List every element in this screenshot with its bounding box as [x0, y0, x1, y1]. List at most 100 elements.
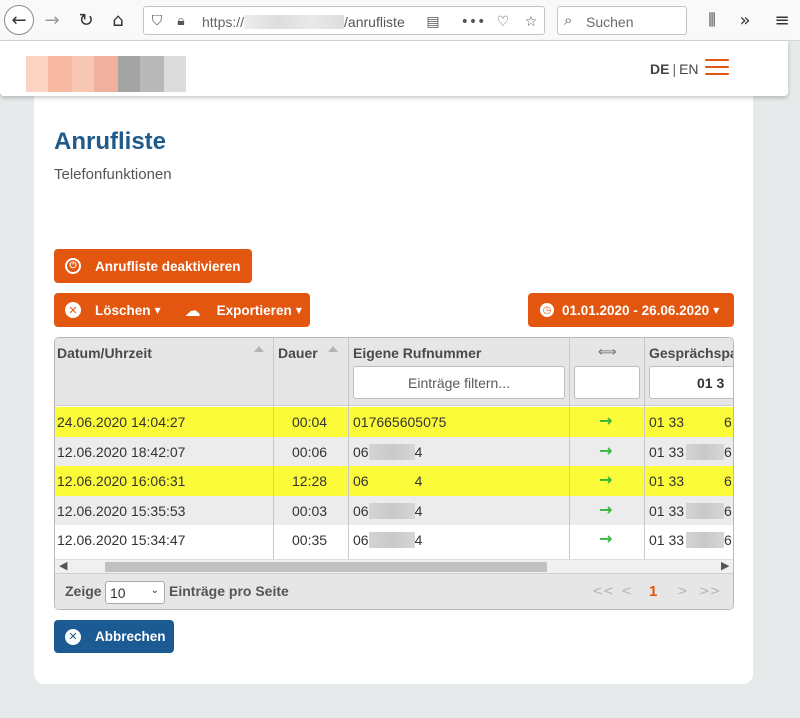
outgoing-call-arrow-icon: →	[599, 470, 613, 489]
forward-icon[interactable]: →	[38, 6, 66, 34]
scroll-right-icon[interactable]: ▶	[721, 559, 729, 572]
filter-placeholder: Einträge filtern...	[408, 374, 510, 391]
table-row[interactable]: 12.06.2020 15:35:53 00:03 06 4 → 01 33 6	[55, 495, 733, 525]
own-number-filter-input[interactable]: Einträge filtern...	[353, 366, 565, 399]
cell-own-number: 06 4	[353, 532, 422, 548]
cell-duration: 00:06	[292, 443, 328, 460]
chevron-down-icon: ▼	[295, 305, 302, 315]
export-label: Exportieren	[216, 302, 292, 318]
column-divider	[348, 338, 349, 559]
chevron-down-icon: ▼	[713, 305, 720, 315]
page-title: Anrufliste	[54, 128, 167, 155]
direction-filter-input[interactable]	[574, 366, 640, 399]
table-row[interactable]: 12.06.2020 18:42:07 00:06 06 4 → 01 33 6	[55, 436, 733, 466]
cell-datetime: 12.06.2020 16:06:31	[57, 473, 186, 489]
url-host-redacted	[244, 15, 345, 29]
power-icon: ⏻	[65, 258, 81, 274]
scrollbar-thumb[interactable]	[105, 562, 547, 572]
column-divider	[273, 338, 274, 559]
outgoing-call-arrow-icon: →	[599, 529, 613, 548]
export-dropdown-button[interactable]: ☁ Exportieren ▼	[183, 293, 302, 327]
own-number-prefix: 06	[353, 502, 369, 519]
back-icon[interactable]: ←	[4, 5, 34, 35]
home-icon[interactable]: ⌂	[104, 6, 132, 34]
own-number-prefix: 06	[353, 443, 369, 460]
column-header-duration[interactable]: Dauer	[278, 345, 318, 361]
cell-own-number: 017665605075	[353, 414, 446, 430]
redacted-digits	[369, 473, 415, 489]
sort-asc-icon[interactable]	[328, 346, 338, 352]
column-divider	[569, 338, 570, 559]
lock-icon[interactable]: 🔒︎	[172, 11, 190, 31]
page-size-select[interactable]: 10 ⌄	[105, 581, 165, 604]
partner-number-end: 6	[724, 532, 732, 548]
cell-partner: 01 33 6	[649, 532, 732, 548]
search-field[interactable]: ⌕ Suchen	[557, 6, 687, 35]
deactivate-call-list-button[interactable]: ⏻ Anrufliste deaktivieren	[54, 249, 252, 283]
library-icon[interactable]: ⫼	[698, 6, 726, 34]
cell-partner: 01 33 6	[649, 443, 732, 460]
search-icon: ⌕	[564, 11, 573, 29]
overflow-icon[interactable]: »	[731, 6, 759, 34]
lang-en[interactable]: EN	[679, 61, 698, 77]
last-page-button[interactable]: >>	[699, 584, 721, 599]
current-page[interactable]: 1	[649, 583, 657, 600]
redacted-digits	[686, 414, 724, 430]
column-header-own-number[interactable]: Eigene Rufnummer	[353, 345, 481, 361]
partner-number-end: 6	[724, 473, 732, 489]
delete-dropdown-button[interactable]: ✕ Löschen ▼	[54, 293, 161, 327]
table-header: Datum/Uhrzeit Dauer Eigene Rufnummer Ein…	[55, 338, 733, 406]
site-menu-icon[interactable]	[705, 59, 729, 77]
own-number-suffix: 4	[414, 473, 423, 489]
redacted-digits	[686, 443, 725, 460]
chevron-down-icon: ⌄	[150, 585, 159, 596]
next-page-button[interactable]: >	[677, 584, 688, 599]
sort-asc-icon[interactable]	[254, 346, 264, 352]
redacted-digits	[368, 532, 415, 548]
cell-partner: 01 33 6	[649, 414, 732, 430]
hamburger-menu-icon[interactable]: ≡	[768, 6, 796, 34]
prev-page-button[interactable]: <	[621, 584, 632, 599]
column-header-partner[interactable]: Gesprächspa	[649, 345, 733, 361]
table-row[interactable]: 12.06.2020 15:34:47 00:35 06 4 → 01 33 6	[55, 525, 733, 555]
url-bar[interactable]: ⛉ 🔒︎ https:// /anrufliste ▤ ••• ♡ ☆	[143, 6, 545, 35]
close-icon: ✕	[65, 628, 81, 645]
first-page-button[interactable]: <<	[592, 584, 614, 599]
clock-icon: ◷	[540, 303, 554, 317]
horizontal-scrollbar[interactable]: ◀ ▶	[55, 559, 733, 573]
cell-duration: 00:04	[292, 414, 328, 430]
content-card: Anrufliste Telefonfunktionen ⏻ Anruflist…	[34, 88, 753, 684]
cancel-button[interactable]: ✕ Abbrechen	[54, 620, 174, 653]
lang-de[interactable]: DE	[650, 61, 669, 77]
url-text[interactable]: https:// /anrufliste	[202, 14, 405, 30]
partner-number: 01 33	[649, 473, 685, 489]
own-number-suffix: 4	[414, 443, 423, 460]
logo[interactable]	[26, 56, 186, 92]
per-page-label: Einträge pro Seite	[169, 583, 289, 599]
bookmark-star-icon[interactable]: ☆	[522, 12, 540, 32]
table-row[interactable]: 12.06.2020 16:06:31 12:28 06 4 → 01 33 6	[55, 466, 733, 496]
table-footer: Zeige 10 ⌄ Einträge pro Seite << < 1 > >…	[55, 573, 733, 609]
column-header-datetime[interactable]: Datum/Uhrzeit	[57, 345, 152, 361]
delete-x-icon: ✕	[65, 302, 81, 318]
cell-duration: 00:03	[292, 502, 328, 519]
date-range-button[interactable]: ◷ 01.01.2020 - 26.06.2020 ▼	[528, 293, 734, 327]
partner-number-end: 6	[724, 414, 732, 430]
cell-datetime: 12.06.2020 18:42:07	[57, 443, 186, 460]
language-switcher: DE | EN	[650, 61, 699, 77]
date-range-label: 01.01.2020 - 26.06.2020	[562, 302, 710, 318]
reload-icon[interactable]: ↻	[72, 6, 100, 34]
redacted-digits	[368, 502, 415, 519]
shield-icon[interactable]: ⛉	[148, 11, 166, 31]
delete-label: Löschen	[95, 302, 151, 318]
partner-filter-input[interactable]: 01 3	[649, 366, 733, 399]
table-row[interactable]: 24.06.2020 14:04:27 00:04 017665605075 → 01 …	[55, 407, 733, 437]
search-placeholder: Suchen	[586, 14, 634, 30]
more-actions-icon[interactable]: •••	[461, 12, 486, 32]
pocket-icon[interactable]: ♡	[494, 12, 512, 32]
cell-duration: 12:28	[292, 473, 328, 489]
partner-number-end: 6	[724, 502, 732, 519]
cell-duration: 00:35	[292, 532, 328, 548]
scroll-left-icon[interactable]: ◀	[59, 559, 67, 572]
reader-view-icon[interactable]: ▤	[424, 12, 442, 32]
